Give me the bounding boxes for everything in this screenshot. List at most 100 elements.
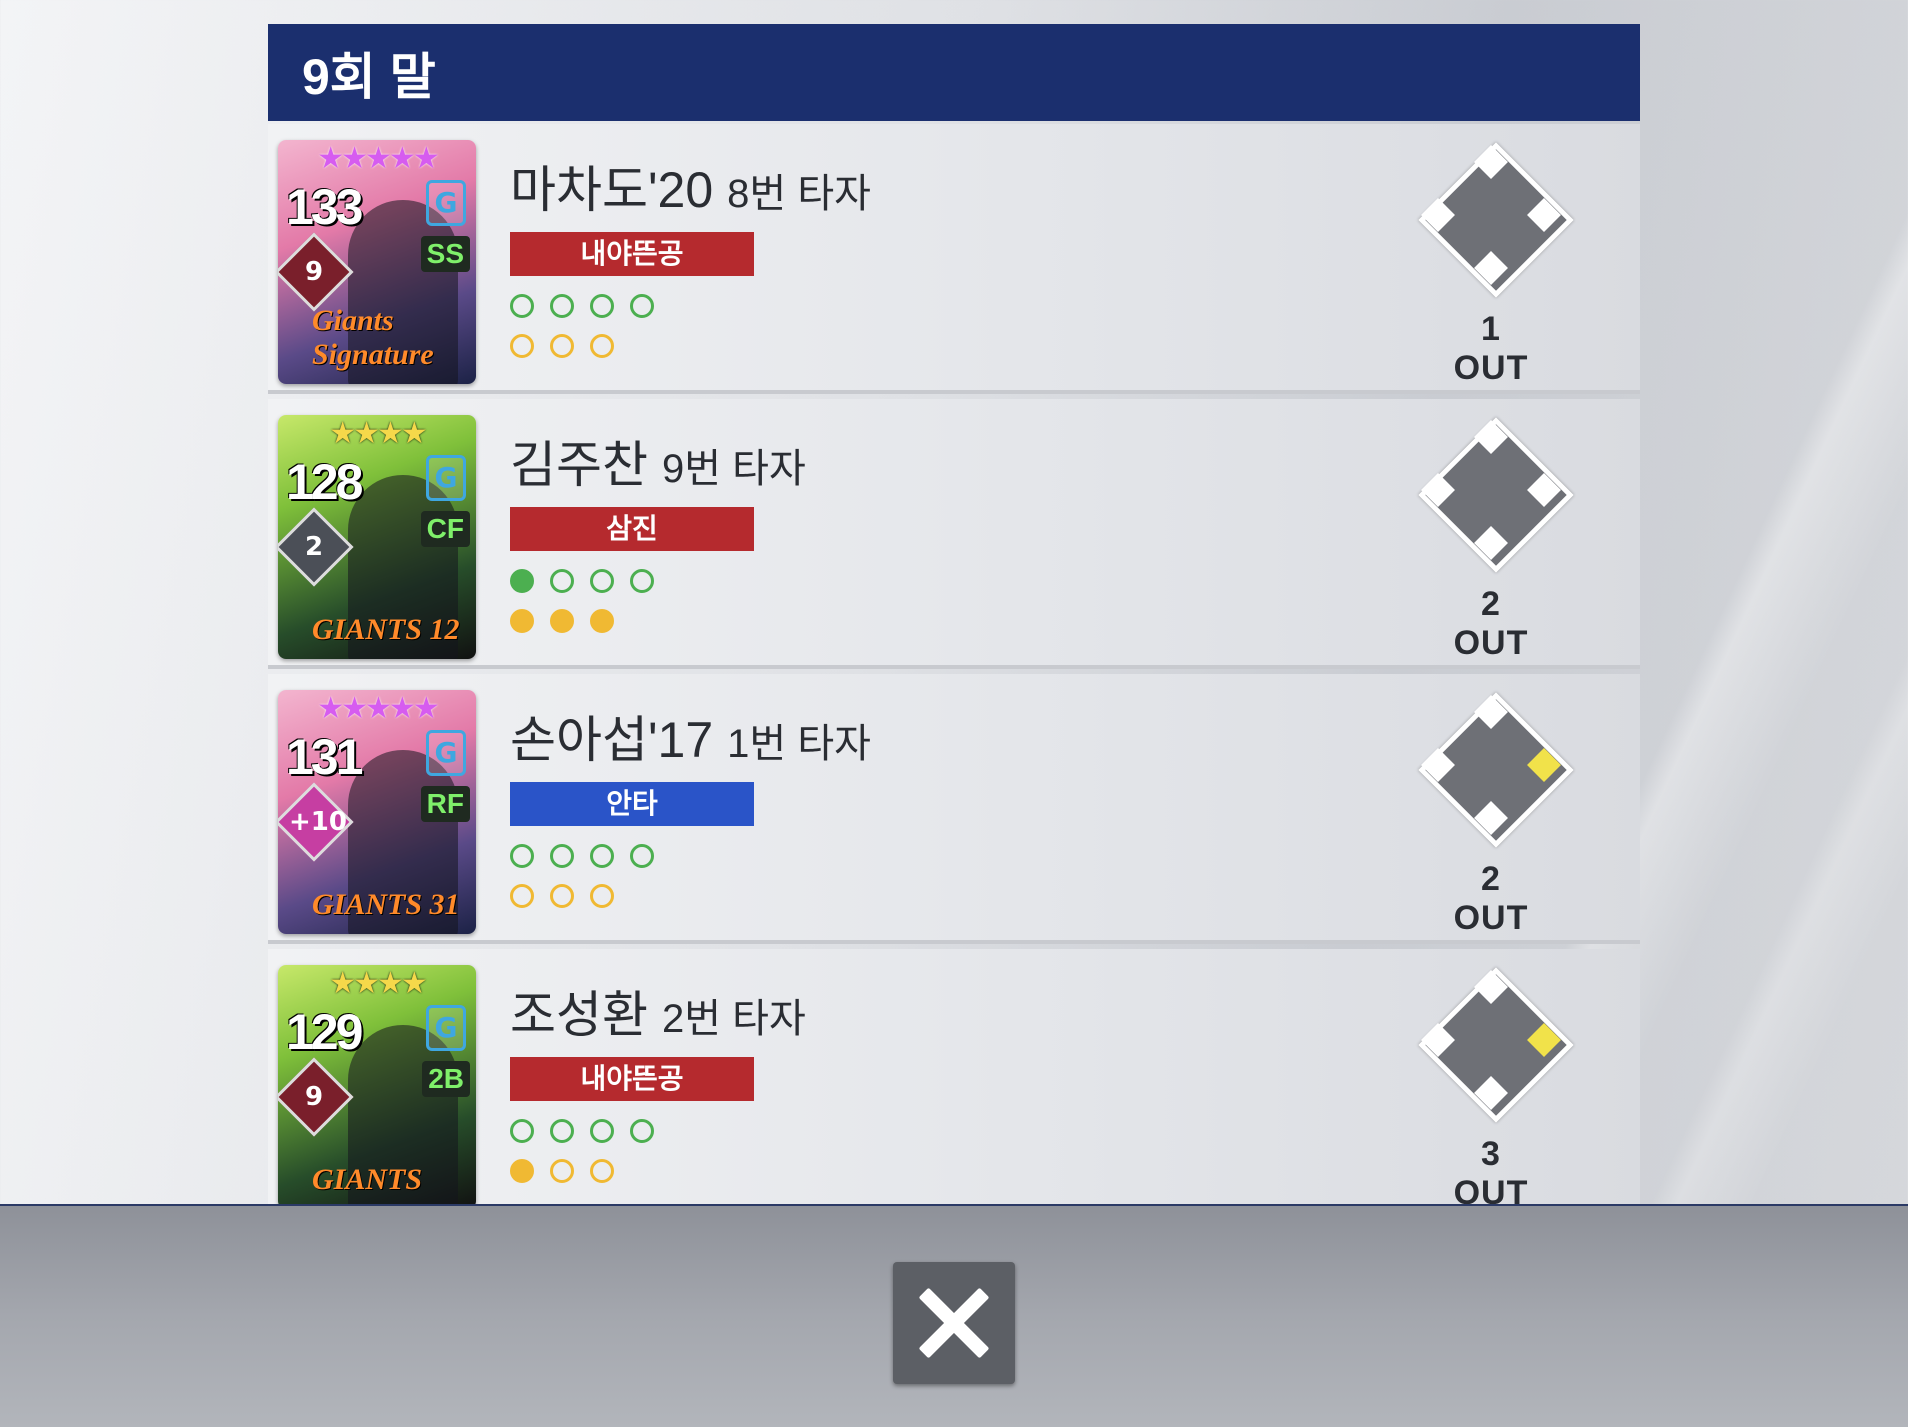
batting-order: 2번 타자 (662, 997, 806, 1041)
ball-dot (510, 844, 534, 868)
at-bat-row: ★★★★ 129 G 2B 9 GIANTS 조성환 2번 타자 내야뜬공 3 O… (268, 949, 1640, 1204)
batter-name: 마차도'20 (510, 162, 714, 218)
ball-count (510, 844, 670, 872)
at-bat-result: 내야뜬공 (510, 1057, 754, 1101)
strike-dot (550, 334, 574, 358)
card-jersey-text: GIANTS (312, 1163, 423, 1196)
batter-name-line: 김주찬 9번 타자 (510, 425, 806, 497)
strike-count (510, 884, 630, 912)
card-stars: ★★★★ (329, 416, 428, 451)
card-overall-rating: 129 (286, 1004, 363, 1060)
batting-order: 9번 타자 (662, 447, 806, 491)
strike-dot (550, 884, 574, 908)
batter-name: 손아섭'17 (510, 712, 714, 768)
card-overall-rating: 131 (286, 729, 363, 785)
base-diamond-icon (1418, 967, 1574, 1123)
ball-dot (550, 569, 574, 593)
inning-title: 9회 말 (268, 24, 1640, 121)
out-count: 1 OUT (1453, 310, 1529, 387)
ball-dot (590, 294, 614, 318)
card-position: SS (420, 236, 470, 272)
out-count: 2 OUT (1453, 860, 1529, 937)
card-jersey-text: Giants Signature (312, 304, 434, 371)
ball-dot (630, 294, 654, 318)
team-logo-icon: G (426, 730, 466, 776)
ball-count (510, 1119, 670, 1147)
card-badge-icon: 9 (278, 232, 354, 312)
strike-dot (510, 334, 534, 358)
team-logo-icon: G (426, 455, 466, 501)
inning-log-panel: 9회 말 ★★★★★ 133 G SS 9 Giants Signature 마… (268, 24, 1640, 1204)
at-bat-row: ★★★★ 128 G CF 2 GIANTS 12 김주찬 9번 타자 삼진 2 … (268, 399, 1640, 669)
strike-count (510, 1159, 630, 1187)
strike-dot (510, 609, 534, 633)
at-bat-result: 삼진 (510, 507, 754, 551)
at-bat-row: ★★★★★ 131 G RF +10 GIANTS 31 손아섭'17 1번 타자… (268, 674, 1640, 944)
card-badge-icon: 9 (278, 1057, 354, 1137)
card-overall-rating: 128 (286, 454, 363, 510)
ball-dot (630, 844, 654, 868)
batter-name: 조성환 (510, 987, 648, 1043)
player-card: ★★★★ 129 G 2B 9 GIANTS (278, 965, 476, 1204)
card-stars: ★★★★★ (317, 691, 439, 726)
base-diamond-icon (1418, 142, 1574, 298)
at-bat-result: 안타 (510, 782, 754, 826)
strike-dot (590, 1159, 614, 1183)
card-badge-value: 9 (304, 1082, 324, 1112)
base-diamond-icon (1418, 417, 1574, 573)
card-jersey-text: GIANTS 31 (312, 888, 460, 921)
batter-name-line: 조성환 2번 타자 (510, 975, 806, 1047)
batter-name-line: 손아섭'17 1번 타자 (510, 700, 871, 772)
base-diamond-icon (1418, 692, 1574, 848)
card-badge-value: 9 (304, 257, 324, 287)
card-badge-icon: 2 (278, 507, 354, 587)
at-bat-row: ★★★★★ 133 G SS 9 Giants Signature 마차도'20… (268, 124, 1640, 394)
ball-dot (510, 569, 534, 593)
out-count: 2 OUT (1453, 585, 1529, 662)
ball-dot (590, 844, 614, 868)
ball-dot (510, 294, 534, 318)
ball-dot (590, 1119, 614, 1143)
ball-dot (510, 1119, 534, 1143)
player-card: ★★★★★ 133 G SS 9 Giants Signature (278, 140, 476, 384)
close-button[interactable] (893, 1262, 1015, 1384)
card-badge-value: 2 (304, 532, 324, 562)
card-stars: ★★★★★ (317, 141, 439, 176)
card-badge-value: +10 (289, 807, 347, 837)
batter-name: 김주찬 (510, 437, 648, 493)
at-bat-list: ★★★★★ 133 G SS 9 Giants Signature 마차도'20… (268, 124, 1640, 1204)
card-position: CF (420, 511, 470, 547)
card-badge-icon: +10 (278, 782, 354, 862)
strike-count (510, 334, 630, 362)
card-stars: ★★★★ (329, 966, 428, 1001)
strike-count (510, 609, 630, 637)
batter-name-line: 마차도'20 8번 타자 (510, 150, 871, 222)
card-position: 2B (422, 1061, 470, 1097)
player-card: ★★★★ 128 G CF 2 GIANTS 12 (278, 415, 476, 659)
card-overall-rating: 133 (286, 179, 363, 235)
card-jersey-text: GIANTS 12 (312, 613, 460, 646)
out-count: 3 OUT (1453, 1135, 1529, 1204)
team-logo-icon: G (426, 1005, 466, 1051)
strike-dot (510, 884, 534, 908)
card-position: RF (420, 786, 470, 822)
player-card: ★★★★★ 131 G RF +10 GIANTS 31 (278, 690, 476, 934)
batting-order: 1번 타자 (727, 722, 871, 766)
batting-order: 8번 타자 (727, 172, 871, 216)
strike-dot (550, 1159, 574, 1183)
strike-dot (550, 609, 574, 633)
team-logo-icon: G (426, 180, 466, 226)
strike-dot (510, 1159, 534, 1183)
ball-dot (590, 569, 614, 593)
ball-dot (550, 844, 574, 868)
ball-count (510, 294, 670, 322)
ball-dot (630, 569, 654, 593)
ball-dot (630, 1119, 654, 1143)
ball-dot (550, 294, 574, 318)
ball-dot (550, 1119, 574, 1143)
strike-dot (590, 884, 614, 908)
at-bat-result: 내야뜬공 (510, 232, 754, 276)
strike-dot (590, 334, 614, 358)
strike-dot (590, 609, 614, 633)
ball-count (510, 569, 670, 597)
